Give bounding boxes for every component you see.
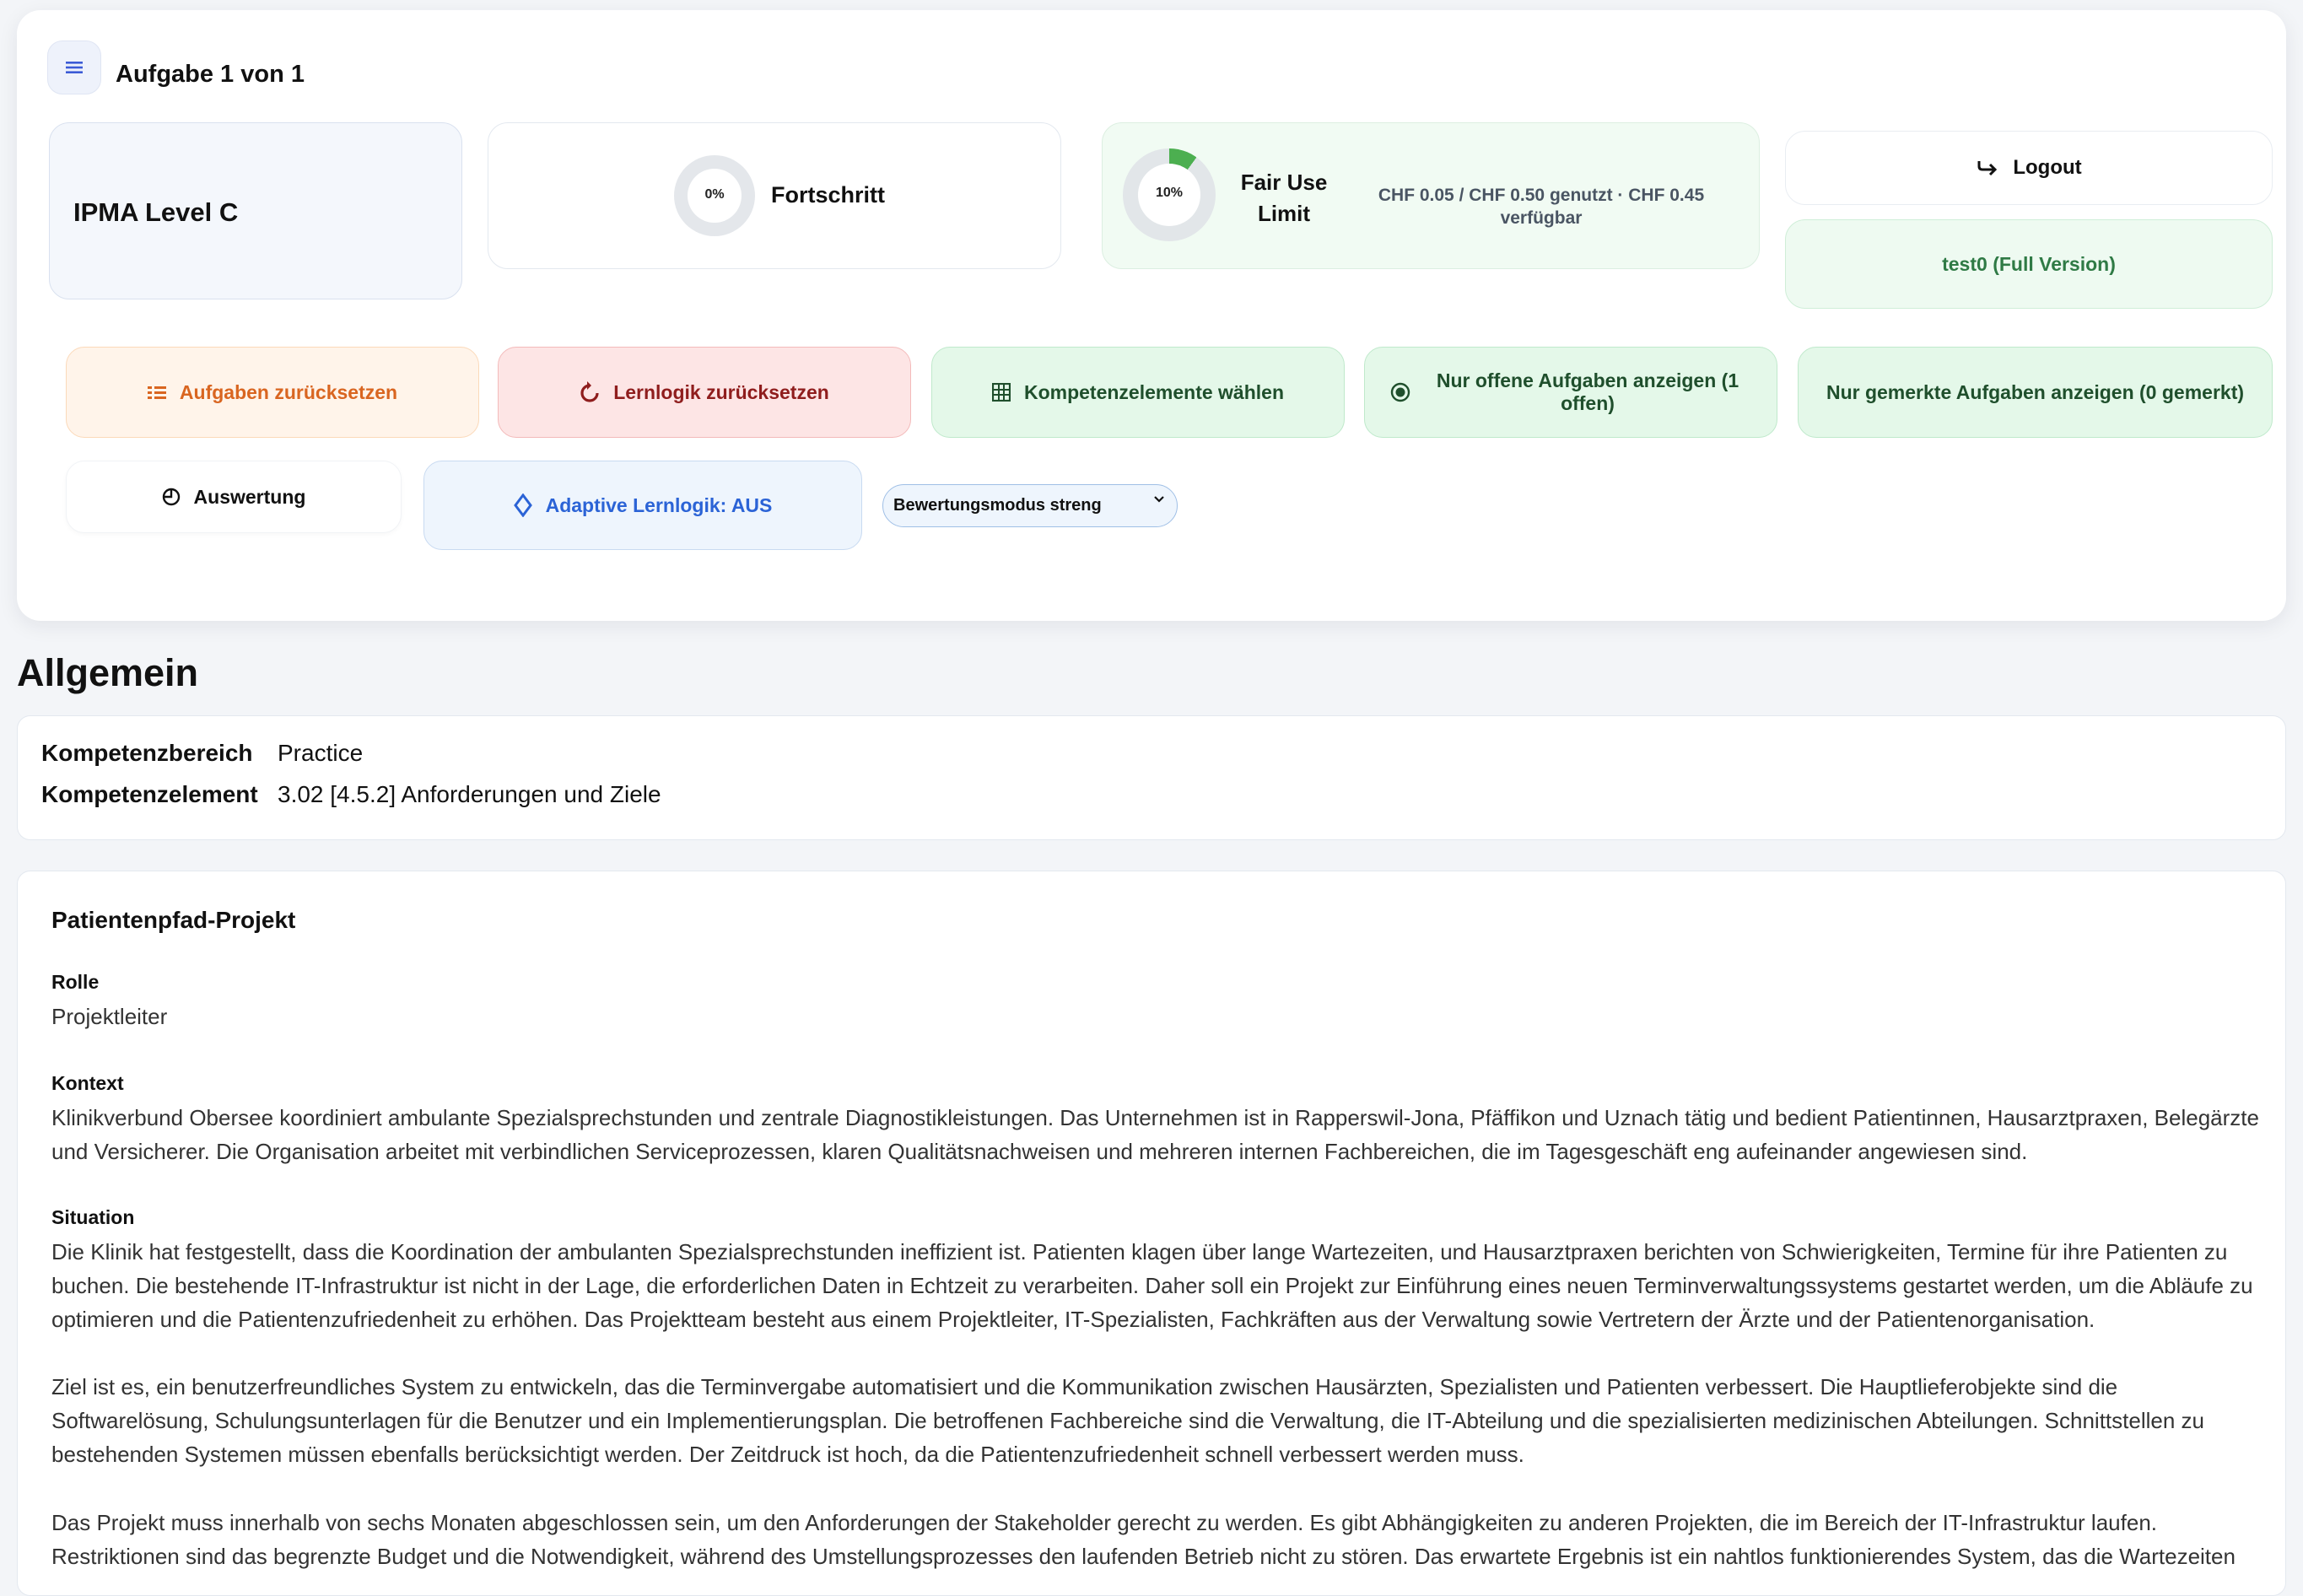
task-counter: Aufgabe 1 von 1: [116, 61, 305, 88]
context-text: Klinikverbund Obersee koordiniert ambula…: [51, 1105, 2259, 1164]
marked-tasks-filter-label: Nur gemerkte Aufgaben anzeigen (0 gemerk…: [1826, 380, 2245, 403]
role-label: Rolle: [51, 971, 100, 993]
competence-area-key: Kompetenzbereich: [41, 740, 253, 766]
fair-use-title: Fair Use Limit: [1240, 170, 1328, 226]
user-label: test0 (Full Version): [1942, 252, 2116, 275]
grid-icon: [991, 383, 1011, 402]
open-tasks-filter-label: Nur offene Aufgaben anzeigen (1 offen): [1436, 369, 1739, 414]
chevron-down-icon: [1153, 495, 1165, 504]
logout-button[interactable]: Logout: [1785, 131, 2273, 205]
logout-arrow-icon: [1976, 158, 1999, 178]
evaluation-button[interactable]: Auswertung: [66, 461, 402, 533]
situation-paragraph-3: Das Projekt muss innerhalb von sechs Mon…: [51, 1510, 2236, 1569]
reset-logic-label: Lernlogik zurücksetzen: [613, 380, 829, 403]
fair-use-ring: 10%: [1123, 148, 1216, 241]
adaptive-logic-label: Adaptive Lernlogik: AUS: [545, 493, 773, 516]
target-icon: [1390, 382, 1410, 402]
section-heading: Allgemein: [17, 651, 199, 694]
fair-use-percent: 10%: [1155, 186, 1184, 200]
progress-label: Fortschritt: [771, 182, 885, 208]
user-badge: test0 (Full Version): [1785, 219, 2273, 309]
menu-button[interactable]: [47, 40, 101, 94]
fair-use-details: CHF 0.05 / CHF 0.50 genutzt · CHF 0.45 v…: [1378, 186, 1705, 228]
competence-area-value: Practice: [278, 740, 364, 766]
case-card: Patientenpfad-Projekt Rolle Projektleite…: [17, 871, 2286, 1596]
situation-paragraph-1: Die Klinik hat festgestellt, dass die Ko…: [51, 1239, 2253, 1332]
diamond-icon: [513, 493, 532, 517]
control-panel: Aufgabe 1 von 1 IPMA Level C 0% Fortschr…: [17, 10, 2286, 621]
grading-mode-select[interactable]: Bewertungsmodus streng: [882, 484, 1178, 527]
competence-element-key: Kompetenzelement: [41, 781, 258, 807]
reset-tasks-label: Aufgaben zurücksetzen: [179, 380, 398, 403]
grading-mode-value: Bewertungsmodus streng: [893, 496, 1102, 515]
adaptive-logic-toggle[interactable]: Adaptive Lernlogik: AUS: [423, 461, 862, 550]
choose-elements-label: Kompetenzelemente wählen: [1023, 380, 1285, 403]
competence-element-value: 3.02 [4.5.2] Anforderungen und Ziele: [278, 781, 661, 807]
logout-label: Logout: [2013, 156, 2082, 179]
progress-percent: 0%: [704, 187, 725, 202]
situation-label: Situation: [51, 1206, 135, 1228]
level-label: IPMA Level C: [73, 197, 239, 227]
marked-tasks-filter-button[interactable]: Nur gemerkte Aufgaben anzeigen (0 gemerk…: [1798, 347, 2273, 438]
progress-card: 0% Fortschritt: [488, 122, 1061, 269]
menu-icon: [66, 61, 83, 74]
list-reset-icon: [147, 384, 166, 401]
reset-logic-button[interactable]: Lernlogik zurücksetzen: [498, 347, 911, 438]
case-title: Patientenpfad-Projekt: [51, 907, 296, 933]
open-tasks-filter-button[interactable]: Nur offene Aufgaben anzeigen (1 offen): [1364, 347, 1777, 438]
role-text: Projektleiter: [51, 1004, 168, 1029]
pie-chart-icon: [162, 488, 181, 506]
evaluation-label: Auswertung: [193, 485, 306, 508]
context-label: Kontext: [51, 1072, 124, 1094]
choose-elements-button[interactable]: Kompetenzelemente wählen: [931, 347, 1345, 438]
refresh-icon: [580, 381, 600, 403]
general-info-card: Kompetenzbereich Practice Kompetenzeleme…: [17, 715, 2286, 840]
reset-tasks-button[interactable]: Aufgaben zurücksetzen: [66, 347, 479, 438]
level-card: IPMA Level C: [49, 122, 462, 299]
fair-use-card: 10% Fair Use Limit CHF 0.05 / CHF 0.50 g…: [1102, 122, 1760, 269]
situation-paragraph-2: Ziel ist es, ein benutzerfreundliches Sy…: [51, 1374, 2204, 1467]
progress-ring: 0%: [674, 155, 755, 236]
